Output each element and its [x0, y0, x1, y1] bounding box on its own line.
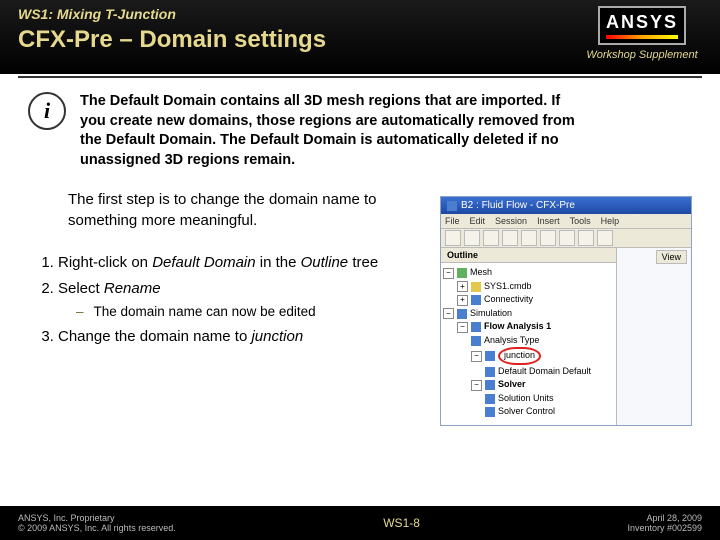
- menu-tools[interactable]: Tools: [570, 216, 591, 226]
- slide-header: WS1: Mixing T-Junction CFX-Pre – Domain …: [0, 0, 720, 74]
- tree-solver[interactable]: −Solver: [443, 378, 614, 392]
- instructions: The first step is to change the domain n…: [28, 190, 422, 426]
- slide-footer: ANSYS, Inc. Proprietary © 2009 ANSYS, In…: [0, 506, 720, 540]
- window-titlebar: B2 : Fluid Flow - CFX-Pre: [441, 197, 691, 214]
- mesh-icon: [457, 268, 467, 278]
- slide-number: WS1-8: [383, 516, 420, 530]
- ansys-logo: ANSYS: [598, 6, 686, 45]
- tree-mesh[interactable]: −Mesh: [443, 266, 614, 280]
- collapse-icon[interactable]: −: [471, 380, 482, 391]
- collapse-icon[interactable]: −: [457, 322, 468, 333]
- tree-solver-control[interactable]: Solver Control: [443, 405, 614, 419]
- tree-junction[interactable]: − junction: [443, 347, 614, 365]
- info-text: The Default Domain contains all 3D mesh …: [80, 92, 580, 170]
- slide-content: i The Default Domain contains all 3D mes…: [0, 78, 720, 426]
- toolbar-button[interactable]: [464, 230, 480, 246]
- units-icon: [485, 394, 495, 404]
- viewport: View: [617, 248, 691, 425]
- tree-domain-default[interactable]: Default Domain Default: [443, 365, 614, 379]
- step-1: Right-click on Default Domain in the Out…: [58, 253, 422, 273]
- lead-text: The first step is to change the domain n…: [68, 190, 388, 231]
- sim-icon: [457, 309, 467, 319]
- info-icon: i: [28, 92, 66, 130]
- footer-left: ANSYS, Inc. Proprietary © 2009 ANSYS, In…: [18, 513, 176, 533]
- step-3: Change the domain name to junction: [58, 327, 422, 347]
- logo-area: ANSYS Workshop Supplement: [582, 6, 702, 61]
- app-icon: [447, 201, 457, 211]
- menu-insert[interactable]: Insert: [537, 216, 560, 226]
- toolbar-button[interactable]: [502, 230, 518, 246]
- file-icon: [471, 282, 481, 292]
- collapse-icon[interactable]: −: [443, 268, 454, 279]
- toolbar-button[interactable]: [521, 230, 537, 246]
- view-tab[interactable]: View: [656, 250, 687, 264]
- step-2: Select Rename The domain name can now be…: [58, 279, 422, 321]
- menubar: File Edit Session Insert Tools Help: [441, 214, 691, 229]
- tree-connectivity[interactable]: +Connectivity: [443, 293, 614, 307]
- tree-flow-analysis[interactable]: −Flow Analysis 1: [443, 320, 614, 334]
- steps-list: Right-click on Default Domain in the Out…: [28, 253, 422, 348]
- menu-session[interactable]: Session: [495, 216, 527, 226]
- subdomain-icon: [485, 367, 495, 377]
- toolbar-button[interactable]: [578, 230, 594, 246]
- outline-tree: −Mesh +SYS1.cmdb +Connectivity −Simulati…: [441, 263, 616, 425]
- outline-tab[interactable]: Outline: [441, 248, 616, 263]
- menu-edit[interactable]: Edit: [470, 216, 486, 226]
- junction-highlight: junction: [498, 347, 541, 365]
- toolbar-button[interactable]: [597, 230, 613, 246]
- connect-icon: [471, 295, 481, 305]
- footer-right: April 28, 2009 Inventory #002599: [627, 513, 702, 533]
- outline-panel: Outline −Mesh +SYS1.cmdb +Connectivity −…: [441, 248, 617, 425]
- solver-icon: [485, 380, 495, 390]
- cfx-pre-screenshot: B2 : Fluid Flow - CFX-Pre File Edit Sess…: [440, 196, 692, 426]
- info-callout: i The Default Domain contains all 3D mes…: [28, 92, 692, 170]
- toolbar-button[interactable]: [559, 230, 575, 246]
- tree-sys1[interactable]: +SYS1.cmdb: [443, 280, 614, 294]
- type-icon: [471, 336, 481, 346]
- flow-icon: [471, 322, 481, 332]
- expand-icon[interactable]: +: [457, 281, 468, 292]
- workshop-supplement-label: Workshop Supplement: [582, 49, 702, 61]
- collapse-icon[interactable]: −: [471, 351, 482, 362]
- window-title: B2 : Fluid Flow - CFX-Pre: [461, 200, 575, 211]
- tree-simulation[interactable]: −Simulation: [443, 307, 614, 321]
- toolbar-button[interactable]: [540, 230, 556, 246]
- step-2-sub: The domain name can now be edited: [76, 303, 422, 321]
- collapse-icon[interactable]: −: [443, 308, 454, 319]
- tree-analysis-type[interactable]: Analysis Type: [443, 334, 614, 348]
- control-icon: [485, 407, 495, 417]
- toolbar: [441, 229, 691, 248]
- toolbar-button[interactable]: [445, 230, 461, 246]
- domain-icon: [485, 351, 495, 361]
- expand-icon[interactable]: +: [457, 295, 468, 306]
- toolbar-button[interactable]: [483, 230, 499, 246]
- tree-solution-units[interactable]: Solution Units: [443, 392, 614, 406]
- menu-file[interactable]: File: [445, 216, 460, 226]
- menu-help[interactable]: Help: [601, 216, 620, 226]
